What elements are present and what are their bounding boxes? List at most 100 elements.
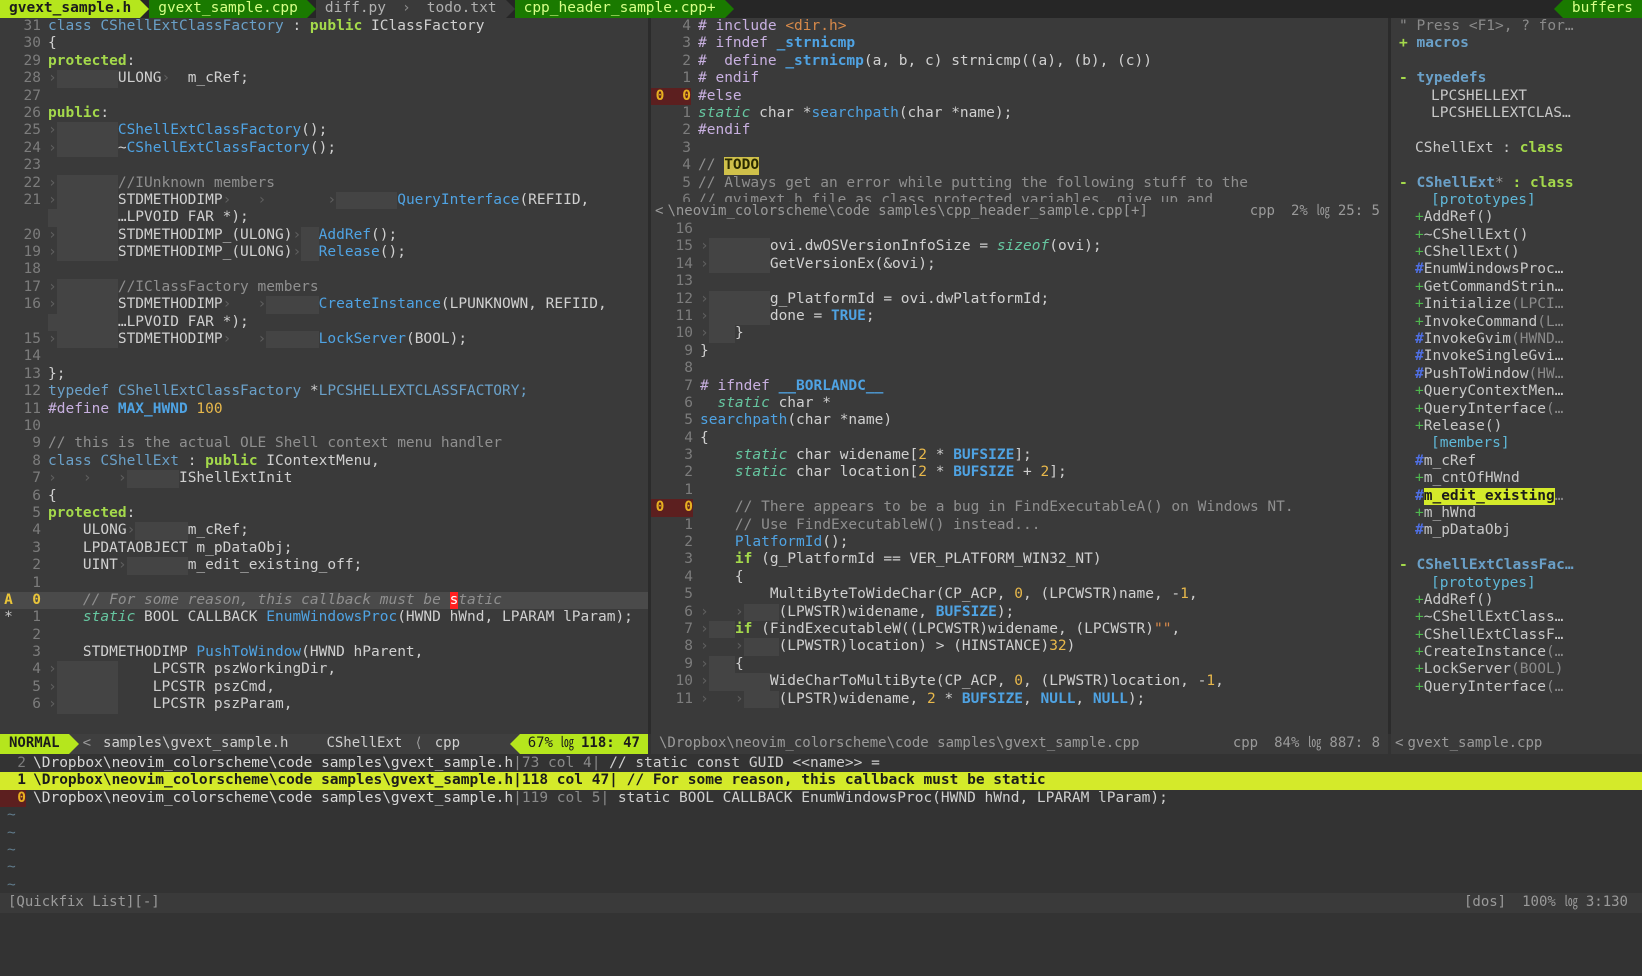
code-token: › — [700, 656, 709, 673]
code-token: , (LPWSTR)location, - — [1023, 673, 1206, 690]
tagbar-item[interactable]: +Release() — [1391, 418, 1642, 435]
code-token: › — [48, 244, 57, 261]
tagbar-item[interactable]: - CShellExt* : class — [1391, 175, 1642, 192]
tab-gvext-sample-cpp[interactable]: gvext_sample.cpp — [149, 0, 307, 18]
code-token: 2 — [927, 691, 936, 708]
tagbar-item-label: LPCSHELLEXTCLAS… — [1431, 105, 1571, 122]
tagbar-item[interactable]: +GetCommandStrin… — [1391, 279, 1642, 296]
quickfix-entry[interactable]: 2\Dropbox\neovim_colorscheme\code sample… — [0, 755, 1642, 772]
code-token: typedef — [48, 383, 118, 400]
code-token — [57, 140, 118, 157]
code-token: (LPSTR)widename, — [779, 691, 927, 708]
tagbar-item[interactable]: +~CShellExt() — [1391, 227, 1642, 244]
tagbar-item[interactable]: +m_hWnd — [1391, 505, 1642, 522]
tab-todo-txt[interactable]: todo.txt — [418, 0, 506, 18]
tabline-buffers-label[interactable]: buffers — [1563, 0, 1642, 18]
tagbar-item[interactable]: +Initialize(LPCI… — [1391, 296, 1642, 313]
code-token — [57, 679, 118, 696]
code-line: 8› › (LPWSTR)location) > (HINSTANCE)32) — [651, 638, 1388, 655]
code-token: (LPWSTR)widename, — [779, 604, 936, 621]
tagbar-item[interactable]: +QueryContextMen… — [1391, 383, 1642, 400]
code-token: TODO — [724, 157, 759, 174]
code-token — [744, 604, 779, 621]
code-token: STDMETHODIMP — [118, 331, 223, 348]
code-line: 6 static char * — [651, 395, 1388, 412]
tagbar-item[interactable]: +CreateInstance(… — [1391, 644, 1642, 661]
code-line: 2#endif — [651, 122, 1388, 139]
code-token: m_cRef; — [188, 522, 249, 539]
tagbar-item[interactable]: - typedefs — [1391, 70, 1642, 87]
code-line: 20› STDMETHODIMP_(ULONG)› AddRef(); — [0, 227, 648, 244]
code-token: IClassFactory — [371, 18, 485, 35]
tagbar-item[interactable]: CShellExt : class — [1391, 140, 1642, 157]
tagbar-item[interactable]: #EnumWindowsProc… — [1391, 261, 1642, 278]
tagbar-item-label: EnumWindowsProc… — [1424, 261, 1564, 278]
line-number: 5 — [669, 586, 693, 603]
code-token — [127, 557, 188, 574]
tagbar-item[interactable]: +~CShellExtClass… — [1391, 609, 1642, 626]
tagbar-item[interactable]: LPCSHELLEXTCLAS… — [1391, 105, 1642, 122]
tagbar-item[interactable]: +LockServer(BOOL) — [1391, 661, 1642, 678]
line-number: 15 — [17, 331, 41, 348]
tagbar-item[interactable]: #InvokeSingleGvi… — [1391, 348, 1642, 365]
tagbar-signature: (HWND… — [1511, 331, 1563, 348]
editor-right-top-window[interactable]: 4# include <dir.h>3# ifndef _strnicmp2# … — [651, 18, 1388, 211]
tagbar-item[interactable]: - CShellExtClassFac… — [1391, 557, 1642, 574]
tagbar-item[interactable]: +m_cntOfHWnd — [1391, 470, 1642, 487]
tab-cpp-header-sample-cpp[interactable]: cpp_header_sample.cpp+ — [515, 0, 725, 18]
tab-diff-py[interactable]: diff.py — [316, 0, 395, 18]
tagbar-item[interactable]: [prototypes] — [1391, 575, 1642, 592]
code-line: 25› CShellExtClassFactory(); — [0, 122, 648, 139]
tagbar-fold-toggle-icon[interactable]: - — [1399, 175, 1416, 192]
tabline[interactable]: gvext_sample.h gvext_sample.cpp diff.py … — [0, 0, 1642, 18]
editor-left-window[interactable]: 31class CShellExtClassFactory : public I… — [0, 18, 648, 734]
tagbar-signature: (… — [1546, 644, 1563, 661]
code-line: 18 — [0, 261, 648, 278]
line-number: 10 — [669, 673, 693, 690]
line-number: 2 — [17, 557, 41, 574]
line-number: 19 — [17, 244, 41, 261]
tagbar-item[interactable]: #InvokeGvim(HWND… — [1391, 331, 1642, 348]
code-line: 2 UINT› m_edit_existing_off; — [0, 557, 648, 574]
tagbar-fold-toggle-icon[interactable]: + — [1399, 35, 1416, 52]
quickfix-entry[interactable]: 0\Dropbox\neovim_colorscheme\code sample… — [0, 790, 1642, 807]
code-token: { — [735, 656, 744, 673]
code-token: char * — [779, 395, 831, 412]
editor-right-bottom-window[interactable]: 1615› ovi.dwOSVersionInfoSize = sizeof(o… — [651, 221, 1388, 734]
code-line: 8class CShellExt : public IContextMenu, — [0, 453, 648, 470]
tagbar-item[interactable]: +QueryInterface(… — [1391, 679, 1642, 696]
statusline-file: \Dropbox\neovim_colorscheme\code samples… — [651, 735, 1147, 752]
quickfix-entry[interactable]: 1\Dropbox\neovim_colorscheme\code sample… — [0, 772, 1642, 789]
tagbar-item[interactable]: +CShellExt() — [1391, 244, 1642, 261]
tilde-icon: ~ — [0, 825, 16, 842]
tagbar-item[interactable]: [members] — [1391, 435, 1642, 452]
statusline-chevron-icon: < — [1391, 735, 1407, 752]
tagbar-fold-toggle-icon[interactable]: - — [1399, 70, 1416, 87]
tagbar-item[interactable]: #m_edit_existing… — [1391, 488, 1642, 505]
line-number: 6 — [669, 604, 693, 621]
tagbar-item[interactable]: #m_pDataObj — [1391, 522, 1642, 539]
tagbar-item-label: PushToWindow — [1424, 366, 1529, 383]
line-number: 9 — [17, 435, 41, 452]
tagbar-access-icon: + — [1415, 227, 1424, 244]
code-token: , — [1215, 673, 1224, 690]
tagbar-item[interactable]: +CShellExtClassF… — [1391, 627, 1642, 644]
tagbar-item[interactable]: +AddRef() — [1391, 209, 1642, 226]
tagbar-item[interactable]: #m_cRef — [1391, 453, 1642, 470]
tagbar-item[interactable]: +QueryInterface(… — [1391, 401, 1642, 418]
tagbar-item[interactable]: #PushToWindow(HW… — [1391, 366, 1642, 383]
code-token: …LPVOID FAR *); — [118, 209, 249, 226]
tagbar-item[interactable]: +InvokeCommand(L… — [1391, 314, 1642, 331]
code-token: › — [700, 325, 709, 342]
tagbar-item[interactable]: + macros — [1391, 35, 1642, 52]
tagbar-fold-toggle-icon[interactable]: - — [1399, 557, 1416, 574]
quickfix-entry-file: \Dropbox\neovim_colorscheme\code samples… — [33, 755, 513, 772]
tagbar-item[interactable]: +AddRef() — [1391, 592, 1642, 609]
tab-gvext-sample-h[interactable]: gvext_sample.h — [0, 0, 140, 18]
code-token: › — [700, 691, 709, 708]
tagbar-panel[interactable]: " Press <F1>, ? for…+ macros - typedefsL… — [1391, 18, 1642, 734]
tagbar-item[interactable]: [prototypes] — [1391, 192, 1642, 209]
neovim-window: gvext_sample.h gvext_sample.cpp diff.py … — [0, 0, 1642, 976]
tagbar-item[interactable]: LPCSHELLEXT — [1391, 88, 1642, 105]
code-token: protected — [48, 53, 127, 70]
